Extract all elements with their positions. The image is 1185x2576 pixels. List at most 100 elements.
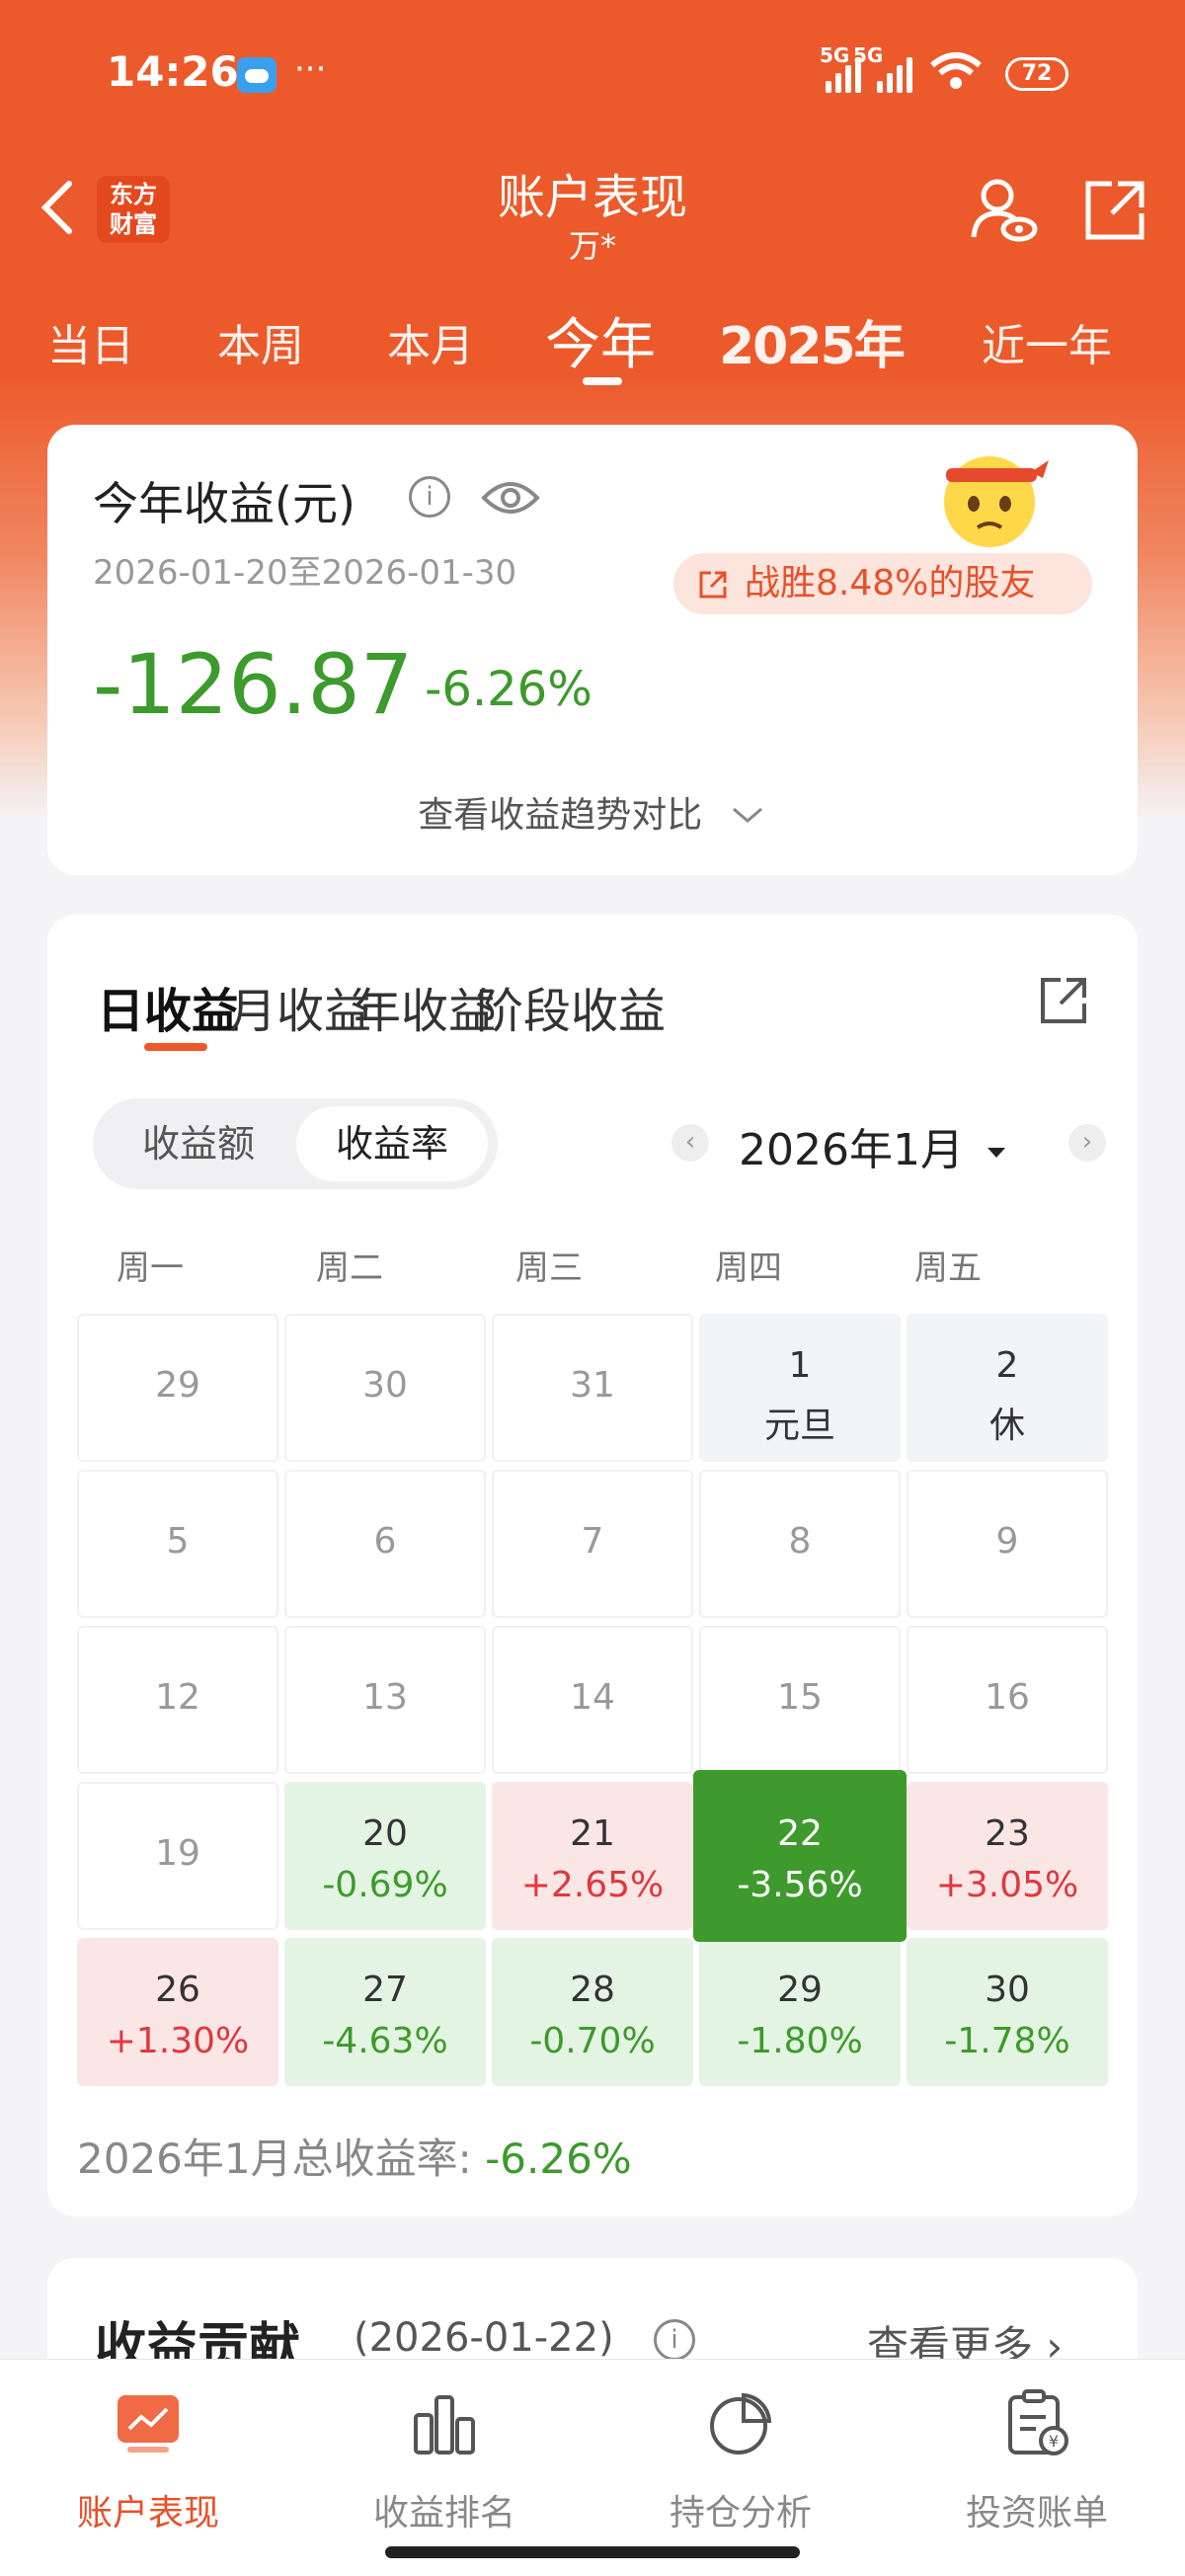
tab-today[interactable]: 当日 xyxy=(47,310,134,373)
day-number: 12 xyxy=(155,1677,200,1718)
toggle-amount[interactable]: 收益额 xyxy=(103,1106,294,1181)
calendar-day-cell[interactable]: 15 xyxy=(699,1626,901,1774)
calendar-day-cell[interactable]: 14 xyxy=(492,1626,693,1774)
day-return: 休 xyxy=(988,1406,1025,1446)
chart-icon xyxy=(118,2395,179,2453)
subtab-monthly[interactable]: 月收益 xyxy=(229,972,371,1041)
calendar-day-cell[interactable]: 1 元旦 xyxy=(699,1314,901,1462)
signal-icon: 5G xyxy=(853,43,912,93)
calendar-day-cell[interactable]: 19 xyxy=(77,1782,278,1930)
eye-icon[interactable] xyxy=(480,476,541,520)
svg-text:¥: ¥ xyxy=(1049,2432,1059,2451)
calendar-day-cell[interactable]: 31 xyxy=(492,1314,693,1462)
info-icon[interactable]: i xyxy=(654,2319,695,2361)
month-dropdown[interactable]: 2026年1月 xyxy=(739,1114,1007,1177)
calendar-day-cell[interactable]: 5 xyxy=(77,1470,278,1618)
subtab-period[interactable]: 阶段收益 xyxy=(476,972,666,1041)
day-return: +1.30% xyxy=(106,2021,250,2061)
day-number: 23 xyxy=(985,1813,1030,1854)
calendar-day-cell[interactable]: 26 +1.30% xyxy=(77,1938,278,2086)
signal-label: 5G xyxy=(820,43,850,67)
calendar-day-cell[interactable]: 16 xyxy=(907,1626,1108,1774)
day-number: 2 xyxy=(995,1345,1019,1386)
chevron-down-icon xyxy=(732,807,762,823)
prev-month-button[interactable]: ‹ xyxy=(672,1124,709,1162)
calendar-day-cell[interactable]: 30 xyxy=(284,1314,486,1462)
tab-week[interactable]: 本周 xyxy=(217,310,304,373)
calendar-day-cell[interactable]: 2休 xyxy=(907,1314,1108,1462)
cloud-icon xyxy=(237,57,276,93)
bill-icon: ¥ xyxy=(1008,2389,1068,2455)
calendar-day-cell[interactable]: 12 xyxy=(77,1626,278,1774)
nav-label: 投资账单 xyxy=(965,2493,1108,2534)
day-number: 26 xyxy=(155,1970,200,2010)
day-number: 14 xyxy=(570,1677,615,1718)
day-return: -0.69% xyxy=(322,1865,448,1905)
calendar-day-cell[interactable]: 21 +2.65% xyxy=(492,1782,693,1930)
nav-bill[interactable]: ¥ 投资账单 xyxy=(889,2389,1185,2536)
calendar-day-cell[interactable]: 27 -4.63% xyxy=(284,1938,486,2086)
day-number: 15 xyxy=(777,1677,823,1718)
date-range: 2026-01-20至2026-01-30 xyxy=(93,553,517,593)
day-number: 29 xyxy=(777,1970,823,2010)
info-icon[interactable]: i xyxy=(409,476,450,518)
day-number: 30 xyxy=(362,1365,408,1406)
subtab-yearly[interactable]: 年收益 xyxy=(354,972,496,1041)
tab-last-year[interactable]: 近一年 xyxy=(982,310,1112,373)
calendar-day-cell[interactable]: 9 xyxy=(907,1470,1108,1618)
day-number: 22 xyxy=(777,1813,823,1854)
calendar-day-cell[interactable]: 28 -0.70% xyxy=(492,1938,693,2086)
share-icon[interactable] xyxy=(1037,974,1090,1027)
tab-month[interactable]: 本月 xyxy=(387,310,474,373)
trend-compare-link[interactable]: 查看收益趋势对比 xyxy=(47,786,1138,838)
calendar-day-cell[interactable]: 8 xyxy=(699,1470,901,1618)
weekday-mon: 周一 xyxy=(117,1248,184,1288)
mascot-icon xyxy=(932,444,1051,553)
toggle-rate[interactable]: 收益率 xyxy=(296,1106,488,1181)
calendar-day-cell[interactable]: 23 +3.05% xyxy=(907,1782,1108,1930)
day-number: 5 xyxy=(166,1521,190,1562)
subtab-indicator xyxy=(144,1043,207,1051)
calendar-day-cell[interactable]: 13 xyxy=(284,1626,486,1774)
day-number: 9 xyxy=(995,1521,1019,1562)
calendar-day-cell[interactable]: 29 xyxy=(77,1314,278,1462)
nav-ranking[interactable]: 收益排名 xyxy=(296,2389,592,2536)
day-number: 29 xyxy=(155,1365,200,1406)
day-return: -0.70% xyxy=(529,2021,656,2061)
home-indicator xyxy=(385,2546,800,2558)
day-number: 20 xyxy=(362,1813,408,1854)
beat-badge[interactable]: 战胜8.48%的股友 xyxy=(673,553,1092,614)
contribution-date: (2026-01-22) xyxy=(354,2315,614,2361)
share-icon[interactable] xyxy=(1082,178,1147,243)
status-time: 14:26 xyxy=(107,47,239,96)
next-month-button[interactable]: › xyxy=(1068,1124,1106,1162)
nav-account-performance[interactable]: 账户表现 xyxy=(0,2389,296,2536)
calendar-day-cell[interactable]: 7 xyxy=(492,1470,693,1618)
day-number: 6 xyxy=(373,1521,397,1562)
battery-icon: 72 xyxy=(1005,57,1068,91)
caret-down-icon xyxy=(987,1148,1005,1158)
nav-label: 持仓分析 xyxy=(669,2493,812,2534)
returns-card: 日收益 月收益 年收益 阶段收益 收益额 收益率 ‹ 2026年1月 › 周一 … xyxy=(47,915,1138,2216)
pie-chart-icon xyxy=(710,2392,772,2455)
day-return: +2.65% xyxy=(520,1865,665,1905)
calendar-day-cell[interactable]: 22 -3.56% xyxy=(693,1770,907,1942)
day-return: -3.56% xyxy=(737,1865,863,1905)
calendar-day-cell[interactable]: 29 -1.80% xyxy=(699,1938,901,2086)
day-return: -1.80% xyxy=(737,2021,863,2061)
tab-indicator xyxy=(583,377,622,385)
subtab-daily[interactable]: 日收益 xyxy=(97,972,239,1041)
calendar-day-cell[interactable]: 6 xyxy=(284,1470,486,1618)
wifi-icon xyxy=(928,51,984,100)
user-view-icon[interactable] xyxy=(968,174,1039,245)
tab-year[interactable]: 今年 xyxy=(545,300,656,380)
nav-holdings[interactable]: 持仓分析 xyxy=(592,2389,889,2536)
trend-link-label: 查看收益趋势对比 xyxy=(418,795,703,836)
tab-2025[interactable]: 2025年 xyxy=(719,304,906,378)
calendar-day-cell[interactable]: 30 -1.78% xyxy=(907,1938,1108,2086)
calendar-day-cell[interactable]: 20 -0.69% xyxy=(284,1782,486,1930)
day-number: 13 xyxy=(362,1677,408,1718)
status-bar: 14:26 ··· 5G 5G 72 xyxy=(0,0,1185,148)
day-number: 8 xyxy=(788,1521,812,1562)
bottom-nav: 账户表现 收益排名 持仓分析 ¥ 投资账单 xyxy=(0,2359,1185,2576)
